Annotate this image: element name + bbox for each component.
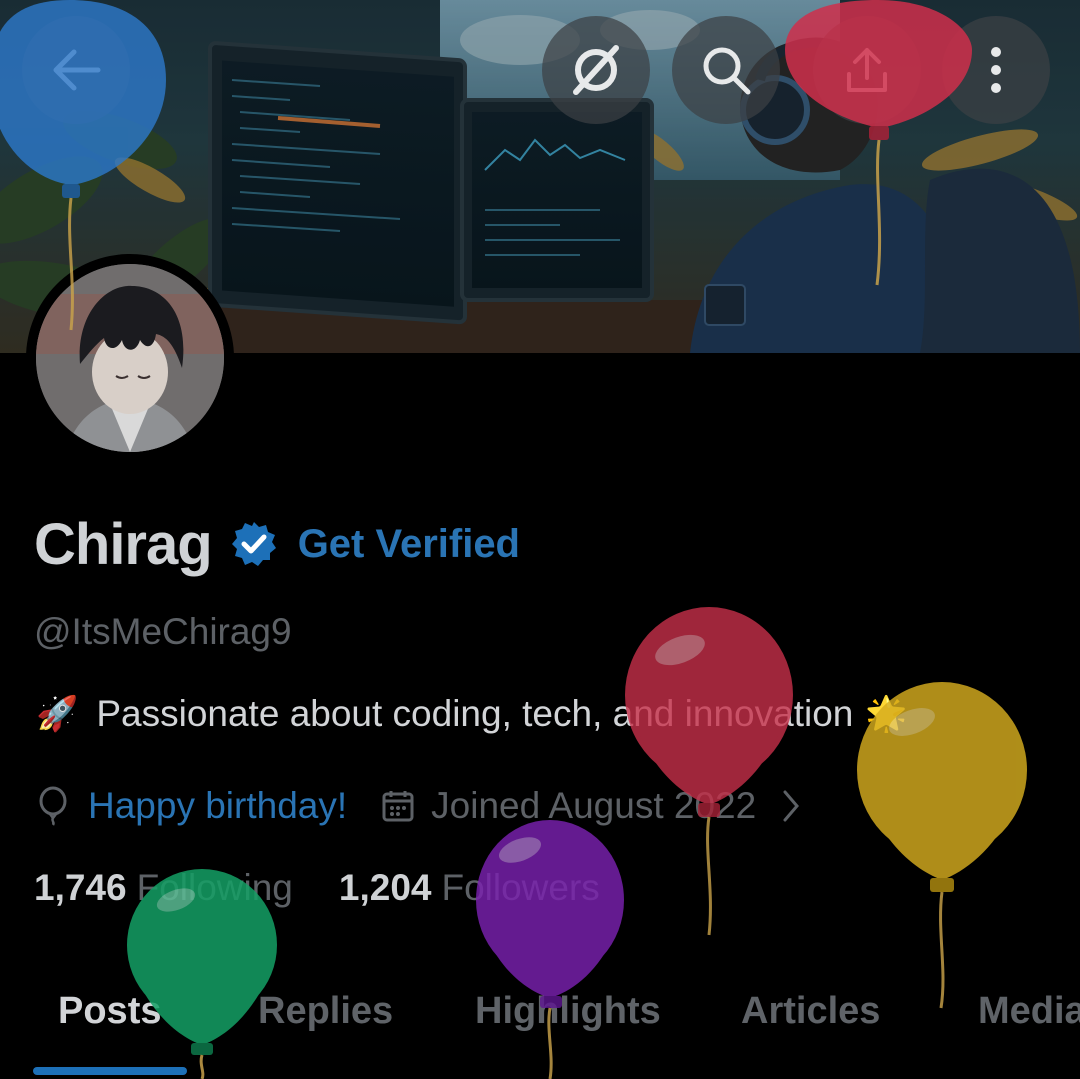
grok-icon bbox=[573, 45, 619, 95]
profile-meta: Happy birthday! Joined August 2022 bbox=[36, 783, 800, 829]
search-button[interactable] bbox=[672, 16, 780, 124]
following-count: 1,746 bbox=[34, 867, 127, 908]
handle: @ItsMeChirag9 bbox=[34, 611, 292, 652]
joined-date: Joined August 2022 bbox=[431, 785, 757, 826]
chevron-right-icon[interactable] bbox=[782, 789, 800, 823]
tab-highlights[interactable]: Highlights bbox=[475, 990, 661, 1033]
tab-articles[interactable]: Articles bbox=[741, 990, 880, 1033]
share-button[interactable] bbox=[813, 16, 921, 124]
rocket-emoji: 🚀 bbox=[36, 695, 79, 733]
avatar-image bbox=[36, 264, 224, 452]
following-link[interactable]: 1,746 Following bbox=[34, 867, 293, 909]
follow-stats: 1,746 Following 1,204 Followers bbox=[34, 867, 600, 909]
active-tab-indicator bbox=[33, 1067, 187, 1075]
grok-button[interactable] bbox=[542, 16, 650, 124]
calendar-icon bbox=[382, 791, 414, 822]
search-icon bbox=[703, 47, 751, 95]
followers-count: 1,204 bbox=[338, 867, 432, 908]
tab-replies[interactable]: Replies bbox=[258, 990, 393, 1033]
verified-badge-icon[interactable] bbox=[230, 520, 278, 568]
bio: 🚀 Passionate about coding, tech, and inn… bbox=[36, 693, 908, 735]
display-name: Chirag bbox=[34, 511, 213, 577]
name-row: Chirag Get Verified bbox=[34, 508, 520, 580]
star-emoji: 🌟 bbox=[865, 695, 908, 733]
bio-text: Passionate about coding, tech, and innov… bbox=[96, 693, 854, 734]
balloon-red bbox=[625, 607, 793, 936]
avatar[interactable] bbox=[36, 264, 224, 452]
more-vertical-icon bbox=[991, 47, 1001, 93]
tab-media[interactable]: Media bbox=[978, 990, 1080, 1033]
balloon-icon bbox=[39, 786, 67, 826]
followers-label: Followers bbox=[441, 867, 600, 908]
arrow-left-icon bbox=[53, 49, 101, 91]
more-options-button[interactable] bbox=[942, 16, 1050, 124]
get-verified-link[interactable]: Get Verified bbox=[298, 522, 520, 567]
back-button[interactable] bbox=[22, 16, 130, 124]
birthday-link[interactable]: Happy birthday! bbox=[88, 785, 347, 827]
profile-tabs: Posts Replies Highlights Articles Media bbox=[0, 990, 1080, 1050]
followers-link[interactable]: 1,204 Followers bbox=[339, 867, 600, 909]
tab-posts[interactable]: Posts bbox=[58, 990, 161, 1033]
following-label: Following bbox=[136, 867, 293, 908]
share-icon bbox=[847, 48, 887, 92]
